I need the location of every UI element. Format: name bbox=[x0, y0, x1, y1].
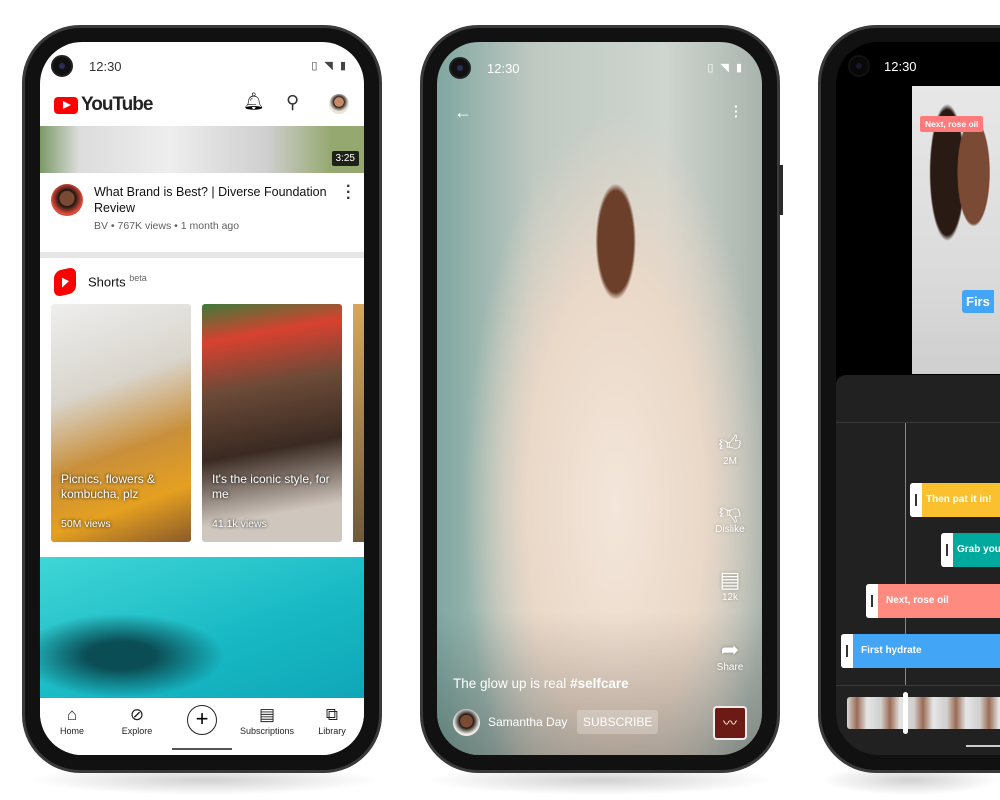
subscribe-button[interactable]: SUBSCRIBE bbox=[577, 710, 659, 734]
status-icons: ▯ ◥ ▮ bbox=[311, 60, 348, 72]
timeline-panel: Then pat it in! Grab you Next, rose oil … bbox=[836, 375, 1000, 755]
short-title: Picnics, flowers & kombucha, plz bbox=[61, 472, 156, 501]
video-title[interactable]: What Brand is Best? | Diverse Foundation… bbox=[94, 184, 334, 216]
youtube-logo[interactable]: YouTube bbox=[54, 94, 153, 116]
nav-subscriptions[interactable]: ▤ Subscriptions bbox=[237, 705, 297, 737]
hashtag-link[interactable]: #selfcare bbox=[570, 676, 629, 691]
search-icon[interactable]: ⚲ bbox=[286, 92, 299, 113]
share-button[interactable]: ➦ Share bbox=[708, 637, 752, 674]
nav-home[interactable]: ⌂ Home bbox=[42, 705, 102, 737]
comment-button[interactable]: ▤ 12k bbox=[708, 567, 752, 604]
avatar[interactable] bbox=[329, 94, 349, 114]
subscriptions-icon: ▤ bbox=[258, 705, 276, 724]
status-time: 12:30 bbox=[487, 61, 520, 76]
bell-icon[interactable]: 🔔︎ bbox=[243, 92, 265, 112]
bottom-nav: ⌂ Home ⊘ Explore + ▤ Subscriptions ⧉ Library bbox=[40, 698, 364, 755]
short-card[interactable] bbox=[353, 304, 364, 542]
more-options-icon[interactable]: · · · bbox=[734, 99, 739, 123]
channel-avatar[interactable] bbox=[51, 184, 83, 216]
back-arrow-icon[interactable]: ← bbox=[454, 102, 472, 123]
video-thumbnail[interactable]: 3:25 bbox=[40, 126, 364, 173]
short-views: 50M views bbox=[61, 518, 111, 530]
compass-icon: ⊘ bbox=[129, 705, 145, 724]
home-indicator bbox=[966, 745, 1000, 747]
divider bbox=[40, 252, 364, 258]
camera-icon bbox=[449, 57, 471, 79]
side-button bbox=[779, 165, 783, 215]
video-duration: 3:25 bbox=[331, 151, 359, 166]
divider bbox=[836, 685, 1000, 686]
brand-name: YouTube bbox=[81, 94, 153, 115]
sound-icon[interactable]: 〰 bbox=[713, 706, 747, 740]
short-title: It's the iconic style, for me bbox=[212, 472, 330, 501]
text-track[interactable]: First hydrate bbox=[841, 634, 1000, 668]
text-overlay[interactable]: Firs bbox=[962, 290, 994, 313]
nav-library[interactable]: ⧉ Library bbox=[302, 705, 362, 737]
camera-icon bbox=[848, 55, 870, 77]
channel-name[interactable]: Samantha Day bbox=[488, 715, 567, 729]
shorts-video[interactable]: 12:30 ▯ ◥ ▮ ← · · · 👍︎ 2M 👎︎ Dislike ▤ 12k ➦ S… bbox=[437, 42, 762, 755]
more-options-icon[interactable]: · · · bbox=[346, 179, 351, 207]
share-icon: ➦ bbox=[720, 637, 740, 662]
home-icon: ⌂ bbox=[66, 705, 78, 724]
channel-avatar[interactable] bbox=[453, 709, 480, 736]
filmstrip[interactable] bbox=[847, 697, 1000, 729]
camera-icon bbox=[51, 55, 73, 77]
shorts-title: Shorts beta bbox=[88, 273, 147, 290]
thumb-up-icon: 👍︎ bbox=[718, 431, 742, 456]
like-button[interactable]: 👍︎ 2M bbox=[708, 431, 752, 468]
short-card[interactable]: Picnics, flowers & kombucha, plz 50M vie… bbox=[51, 304, 191, 542]
video-thumbnail[interactable] bbox=[40, 557, 364, 698]
create-plus-icon[interactable]: + bbox=[187, 705, 217, 735]
editor-screen: 12:30 Next, rose oil Firs Then pat it in… bbox=[836, 42, 1000, 755]
home-indicator bbox=[172, 748, 232, 750]
status-icons: ▯ ◥ ▮ bbox=[707, 62, 744, 74]
nav-explore[interactable]: ⊘ Explore bbox=[107, 705, 167, 737]
text-track[interactable]: Grab you bbox=[941, 533, 1000, 567]
video-meta: BV • 767K views • 1 month ago bbox=[94, 220, 240, 232]
youtube-play-icon bbox=[54, 96, 78, 114]
text-overlay[interactable]: Next, rose oil bbox=[920, 116, 984, 132]
comment-icon: ▤ bbox=[719, 567, 741, 592]
video-preview[interactable]: Next, rose oil Firs bbox=[912, 86, 1000, 374]
dislike-button[interactable]: 👎︎ Dislike bbox=[708, 499, 752, 536]
text-track[interactable]: Then pat it in! bbox=[910, 483, 1000, 517]
short-card[interactable]: It's the iconic style, for me 41.1k view… bbox=[202, 304, 342, 542]
status-time: 12:30 bbox=[89, 59, 122, 74]
short-views: 41.1k views bbox=[212, 518, 267, 530]
scrubber-handle[interactable] bbox=[903, 692, 908, 734]
video-caption: The glow up is real #selfcare bbox=[453, 676, 629, 691]
status-time: 12:30 bbox=[884, 59, 917, 74]
divider bbox=[836, 422, 1000, 423]
shorts-icon bbox=[54, 266, 76, 298]
library-icon: ⧉ bbox=[325, 705, 339, 724]
youtube-home-screen: 12:30 ▯ ◥ ▮ YouTube 🔔︎ ⚲ 3:25 What Brand… bbox=[40, 42, 364, 755]
beta-badge: beta bbox=[129, 273, 147, 283]
text-track[interactable]: Next, rose oil bbox=[866, 584, 1000, 618]
thumb-down-icon: 👎︎ bbox=[718, 499, 742, 524]
